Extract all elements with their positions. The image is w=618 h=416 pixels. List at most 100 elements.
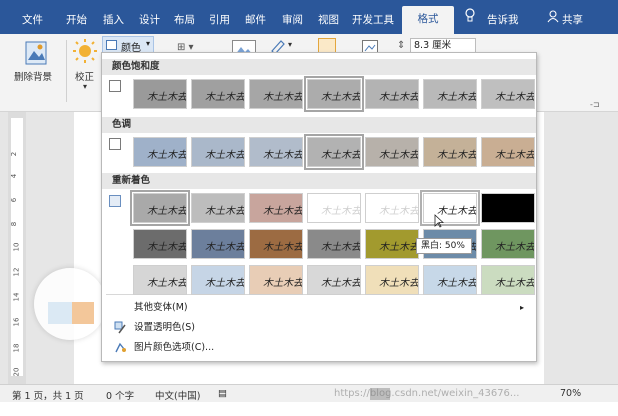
- share-user-icon[interactable]: [547, 10, 559, 26]
- signature-preview: 木土木去: [321, 92, 361, 103]
- tell-me-search[interactable]: 告诉我: [487, 12, 519, 27]
- set-transparent-color-menu-item[interactable]: 设置透明色(S): [106, 318, 532, 337]
- signature-preview: 木土木去: [495, 92, 535, 103]
- tab-references[interactable]: 引用: [209, 12, 230, 27]
- color-variant-thumbnail[interactable]: 木土木去: [365, 79, 419, 109]
- color-variant-thumbnail[interactable]: 木土木去: [481, 79, 535, 109]
- submenu-arrow-icon: ▸: [519, 303, 524, 312]
- tab-format[interactable]: 格式: [402, 6, 454, 34]
- saturation-icon: [109, 80, 121, 92]
- ruler-tick-label: 6: [10, 197, 19, 203]
- click-highlight: [34, 268, 106, 340]
- remove-background-label[interactable]: 删除背景: [14, 69, 52, 83]
- remove-background-icon[interactable]: [24, 40, 48, 66]
- color-variant-thumbnail[interactable]: 木土木去: [133, 265, 187, 295]
- color-variant-thumbnail[interactable]: 木土木去: [249, 229, 303, 259]
- color-variant-thumbnail[interactable]: 木土木去: [191, 137, 245, 167]
- color-variant-thumbnail[interactable]: 木土木去: [249, 137, 303, 167]
- lightbulb-icon[interactable]: [464, 8, 476, 27]
- color-variant-thumbnail[interactable]: 木土木去: [420, 190, 480, 226]
- tab-view[interactable]: 视图: [318, 12, 339, 27]
- color-variant-thumbnail[interactable]: 木土木去: [481, 265, 535, 295]
- color-variant-thumbnail[interactable]: 木土木去: [365, 265, 419, 295]
- tab-home[interactable]: 开始: [66, 12, 87, 27]
- ruler-tick-label: 14: [12, 292, 21, 302]
- color-variant-thumbnail[interactable]: 木土木去: [365, 193, 419, 223]
- signature-preview: 木土木去: [263, 150, 303, 161]
- color-variant-thumbnail[interactable]: 木土木去: [307, 193, 361, 223]
- signature-preview: 木土木去: [495, 150, 535, 161]
- ruler-tick-label: 10: [12, 242, 21, 252]
- picture-color-options-menu-item[interactable]: 图片颜色选项(C)...: [106, 338, 532, 357]
- signature-preview: 木土木去: [263, 206, 303, 217]
- color-variant-thumbnail[interactable]: 木土木去: [423, 79, 477, 109]
- corrections-label[interactable]: 校正: [75, 69, 94, 83]
- word-count[interactable]: 0 个字: [106, 388, 134, 402]
- signature-preview: 木土木去: [495, 206, 535, 217]
- color-variant-thumbnail[interactable]: 木土木去: [191, 79, 245, 109]
- tab-layout[interactable]: 布局: [174, 12, 195, 27]
- color-variant-thumbnail[interactable]: 木土木去: [481, 137, 535, 167]
- corrections-sun-icon[interactable]: [72, 38, 98, 66]
- share-button[interactable]: 共享: [562, 12, 583, 27]
- signature-preview: 木土木去: [379, 242, 419, 253]
- ruler-tick-label: 4: [10, 173, 19, 179]
- tone-icon: [109, 138, 121, 150]
- color-variant-thumbnail[interactable]: 木土木去: [191, 229, 245, 259]
- tab-design[interactable]: 设计: [139, 12, 160, 27]
- ruler-tick-label: 20: [12, 367, 21, 377]
- more-variations-menu-item[interactable]: 其他变体(M) ▸: [106, 298, 532, 317]
- tab-mailings[interactable]: 邮件: [245, 12, 266, 27]
- color-variant-thumbnail[interactable]: 木土木去: [133, 137, 187, 167]
- color-variant-thumbnail[interactable]: 木土木去: [481, 193, 535, 223]
- ruler-tick-label: 12: [12, 267, 21, 277]
- ribbon-tab-bar: 文件 开始 插入 设计 布局 引用 邮件 审阅 视图 开发工具 格式 告诉我 共…: [0, 0, 618, 34]
- collapse-ribbon-icon[interactable]: -⊐: [590, 100, 600, 109]
- tab-file[interactable]: 文件: [22, 12, 43, 27]
- signature-preview: 木土木去: [379, 278, 419, 289]
- color-variant-thumbnail[interactable]: 木土木去: [249, 265, 303, 295]
- signature-preview: 木土木去: [321, 206, 361, 217]
- size-height-input[interactable]: 8.3 厘米: [410, 38, 476, 53]
- color-variant-thumbnail[interactable]: 木土木去: [191, 193, 245, 223]
- tab-insert[interactable]: 插入: [103, 12, 124, 27]
- color-variant-thumbnail[interactable]: 木土木去: [249, 193, 303, 223]
- saturation-section-title: 颜色饱和度: [102, 59, 536, 75]
- chevron-down-icon[interactable]: ▾: [288, 40, 292, 49]
- zoom-level[interactable]: 70%: [560, 388, 581, 399]
- picture-color-options-label: 图片颜色选项(C)...: [134, 342, 215, 353]
- color-variant-thumbnail[interactable]: 木土木去: [307, 265, 361, 295]
- color-variant-thumbnail[interactable]: 木土木去: [191, 265, 245, 295]
- signature-preview: 木土木去: [205, 242, 245, 253]
- color-variant-thumbnail[interactable]: 木土木去: [365, 137, 419, 167]
- color-variant-thumbnail[interactable]: 木土木去: [307, 229, 361, 259]
- ruler-tick-label: 18: [12, 343, 21, 353]
- macro-record-icon[interactable]: ▤: [218, 388, 227, 399]
- color-dropdown-panel: 颜色饱和度 色调 重新着色 其他变体(M) ▸ 设置透明色(S) 图片颜色选项(…: [101, 52, 537, 362]
- transparent-color-pen-icon: [114, 321, 127, 334]
- dropdown-caret-icon[interactable]: ▾: [83, 82, 87, 91]
- signature-preview: 木土木去: [205, 278, 245, 289]
- color-variant-thumbnail[interactable]: 木土木去: [304, 134, 364, 170]
- color-variant-thumbnail[interactable]: 木土木去: [249, 79, 303, 109]
- more-variations-label: 其他变体(M): [134, 302, 188, 313]
- color-variant-thumbnail[interactable]: 木土木去: [130, 190, 190, 226]
- tab-developer[interactable]: 开发工具: [352, 12, 394, 27]
- color-variant-thumbnail[interactable]: 木土木去: [423, 265, 477, 295]
- signature-preview: 木土木去: [437, 278, 477, 289]
- color-variant-thumbnail[interactable]: 木土木去: [365, 229, 419, 259]
- language-indicator[interactable]: 中文(中国): [155, 388, 200, 402]
- highlight-swatch: [48, 302, 72, 324]
- recolor-section-title: 重新着色: [102, 173, 536, 189]
- tab-review[interactable]: 审阅: [282, 12, 303, 27]
- signature-preview: 木土木去: [321, 150, 361, 161]
- color-variant-thumbnail[interactable]: 木土木去: [304, 76, 364, 112]
- color-variant-thumbnail[interactable]: 木土木去: [481, 229, 535, 259]
- signature-preview: 木土木去: [379, 92, 419, 103]
- color-variant-thumbnail[interactable]: 木土木去: [133, 79, 187, 109]
- color-variant-thumbnail[interactable]: 木土木去: [133, 229, 187, 259]
- signature-preview: 木土木去: [147, 150, 187, 161]
- color-variant-thumbnail[interactable]: 木土木去: [423, 137, 477, 167]
- page-count[interactable]: 第 1 页，共 1 页: [12, 388, 84, 402]
- signature-preview: 木土木去: [263, 278, 303, 289]
